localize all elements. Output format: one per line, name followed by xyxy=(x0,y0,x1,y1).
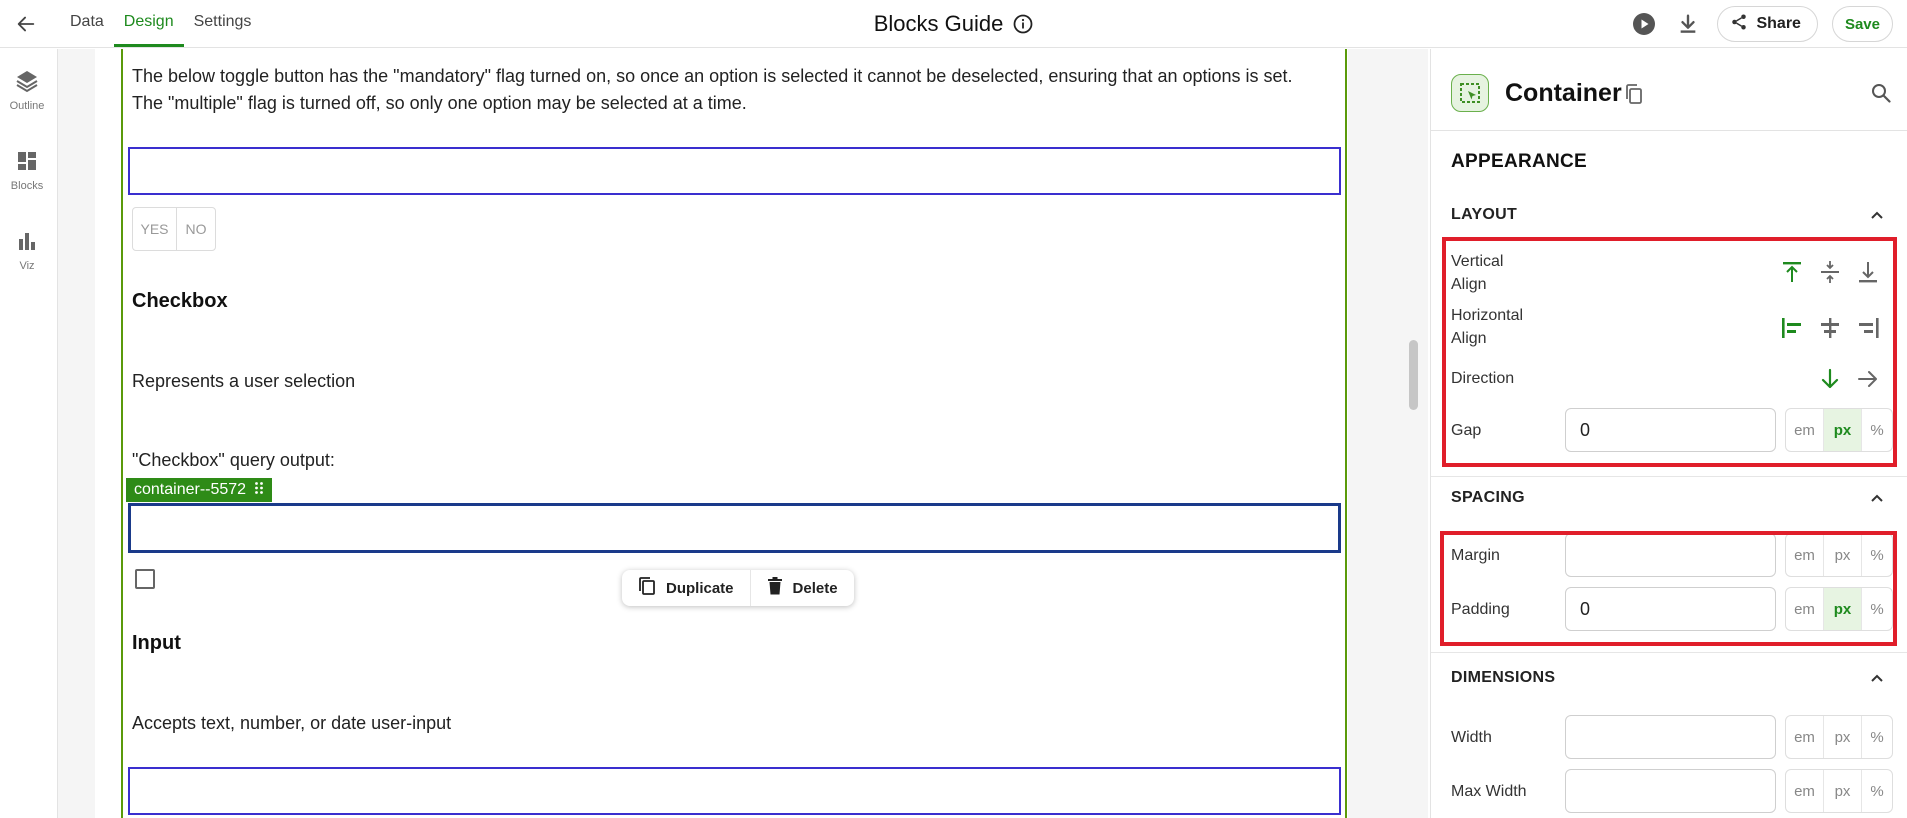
component-title: Container xyxy=(1505,79,1622,107)
delete-label: Delete xyxy=(792,579,838,597)
max-width-unit-selector: em px % xyxy=(1785,769,1893,813)
bar-chart-icon xyxy=(15,229,39,258)
toggle-description-line2: The "multiple" flag is turned off, so on… xyxy=(132,93,747,113)
rail-item-outline[interactable]: Outline xyxy=(0,69,54,112)
checkbox-heading: Checkbox xyxy=(132,290,228,312)
top-bar: Data Design Settings Blocks Guide Share … xyxy=(0,0,1907,48)
selected-container-block[interactable] xyxy=(128,503,1341,553)
tab-design[interactable]: Design xyxy=(113,0,184,47)
container-tag[interactable]: container--5572 xyxy=(126,478,273,502)
width-unit-selector: em px % xyxy=(1785,715,1893,759)
rail-item-blocks[interactable]: Blocks xyxy=(0,149,54,192)
layout-divider xyxy=(1431,476,1907,477)
max-width-unit-px[interactable]: px xyxy=(1824,770,1862,812)
rail-label-viz: Viz xyxy=(19,260,35,272)
checkbox-query-label: "Checkbox" query output: xyxy=(132,450,335,470)
input-description: Accepts text, number, or date user-input xyxy=(132,713,452,733)
input-heading: Input xyxy=(132,632,181,654)
width-unit-percent[interactable]: % xyxy=(1862,716,1892,758)
top-tabs: Data Design Settings xyxy=(60,0,261,48)
checkbox-description: Represents a user selection xyxy=(132,371,356,391)
spacing-divider xyxy=(1431,652,1907,653)
width-input[interactable] xyxy=(1565,715,1776,759)
duplicate-icon xyxy=(638,576,656,600)
canvas-scrollbar[interactable] xyxy=(1409,340,1418,410)
container-component-icon xyxy=(1451,74,1489,112)
empty-block[interactable] xyxy=(128,147,1341,195)
share-button[interactable]: Share xyxy=(1717,6,1818,42)
copy-icon[interactable] xyxy=(1624,83,1644,110)
panel-header: Container xyxy=(1431,49,1907,131)
page-title: Blocks Guide xyxy=(873,11,1004,36)
rail-label-blocks: Blocks xyxy=(10,180,44,192)
spacing-highlight-box xyxy=(1440,531,1897,646)
selection-border-left xyxy=(121,49,123,818)
container-tag-label: container--5572 xyxy=(134,481,247,498)
width-label: Width xyxy=(1451,729,1492,746)
spacing-section-label: SPACING xyxy=(1451,489,1525,506)
trash-icon xyxy=(767,577,783,599)
drag-handle-icon[interactable] xyxy=(254,481,264,500)
toggle-option-no[interactable]: NO xyxy=(177,208,215,250)
share-label: Share xyxy=(1756,15,1801,32)
input-block[interactable] xyxy=(128,767,1341,815)
save-button[interactable]: Save xyxy=(1831,6,1893,42)
rail-label-outline: Outline xyxy=(9,100,45,112)
layout-section-label: LAYOUT xyxy=(1451,206,1518,223)
download-icon[interactable] xyxy=(1673,9,1703,39)
back-arrow-icon[interactable] xyxy=(12,10,40,38)
duplicate-button[interactable]: Duplicate xyxy=(622,570,750,606)
layout-highlight-box xyxy=(1442,237,1897,467)
max-width-label: Max Width xyxy=(1451,783,1527,800)
search-icon[interactable] xyxy=(1871,83,1891,108)
checkbox[interactable] xyxy=(135,569,155,589)
share-icon xyxy=(1730,13,1748,36)
toggle-description-line1: The below toggle button has the "mandato… xyxy=(132,66,1293,86)
selection-border-right xyxy=(1345,49,1347,818)
layout-chevron-up-icon[interactable] xyxy=(1869,207,1885,228)
tab-settings[interactable]: Settings xyxy=(184,0,262,47)
duplicate-label: Duplicate xyxy=(666,579,734,597)
left-rail: Outline Blocks Viz xyxy=(0,49,58,818)
max-width-unit-em[interactable]: em xyxy=(1786,770,1824,812)
dimensions-chevron-up-icon[interactable] xyxy=(1869,670,1885,691)
dimensions-section-label: DIMENSIONS xyxy=(1451,669,1556,686)
toggle-option-yes[interactable]: YES xyxy=(133,208,177,250)
width-unit-px[interactable]: px xyxy=(1824,716,1862,758)
appearance-heading: APPEARANCE xyxy=(1451,151,1588,172)
block-context-menu: Duplicate Delete xyxy=(622,570,854,606)
max-width-unit-percent[interactable]: % xyxy=(1862,770,1892,812)
max-width-input[interactable] xyxy=(1565,769,1776,813)
info-icon[interactable] xyxy=(1013,14,1033,34)
rail-item-viz[interactable]: Viz xyxy=(0,229,54,272)
toggle-button-group: YES NO xyxy=(132,207,216,251)
layers-icon xyxy=(15,69,39,98)
preview-play-icon[interactable] xyxy=(1629,9,1659,39)
tab-data[interactable]: Data xyxy=(60,0,114,47)
width-unit-em[interactable]: em xyxy=(1786,716,1824,758)
spacing-chevron-up-icon[interactable] xyxy=(1869,490,1885,511)
delete-button[interactable]: Delete xyxy=(749,570,854,606)
blocks-icon xyxy=(15,149,39,178)
